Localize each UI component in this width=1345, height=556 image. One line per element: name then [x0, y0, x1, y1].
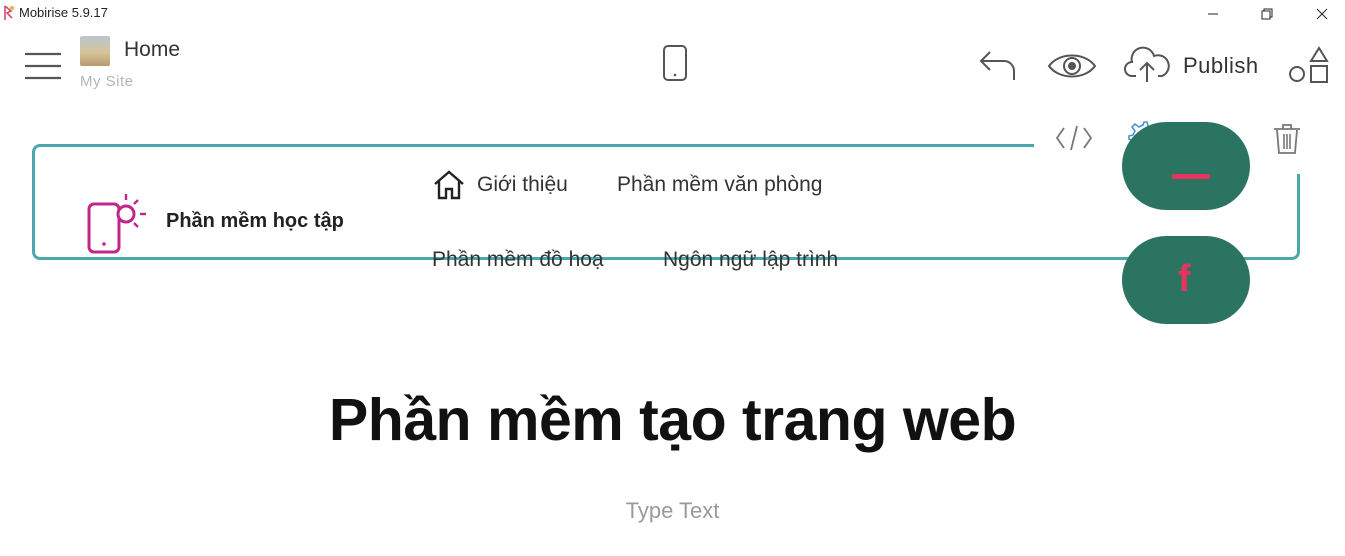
site-name[interactable]: My Site	[80, 73, 134, 90]
blocks-shapes-icon[interactable]	[1288, 46, 1332, 86]
menu-icon[interactable]	[24, 50, 62, 82]
cloud-upload-icon[interactable]	[1124, 46, 1170, 84]
facebook-icon: f	[1178, 258, 1191, 300]
restore-icon	[1261, 8, 1273, 20]
page-name[interactable]: Home	[124, 38, 180, 62]
mobile-idea-brand-icon[interactable]	[86, 192, 148, 254]
site-brand-name[interactable]: Phần mềm học tập	[166, 210, 344, 233]
undo-icon[interactable]	[978, 48, 1018, 82]
hero-title[interactable]: Phần mềm tạo trang web	[0, 386, 1345, 454]
nav-item-lap-trinh[interactable]: Ngôn ngữ lập trình	[663, 248, 838, 272]
code-icon[interactable]	[1054, 120, 1094, 156]
publish-button[interactable]: Publish	[1183, 53, 1259, 79]
social-pill-top-mark	[1172, 174, 1210, 179]
social-pill-top[interactable]	[1122, 122, 1250, 210]
nav-item-van-phong[interactable]: Phần mềm văn phòng	[617, 173, 822, 197]
close-button[interactable]	[1299, 0, 1345, 28]
preview-eye-icon[interactable]	[1047, 50, 1097, 82]
minimize-button[interactable]	[1190, 0, 1236, 28]
restore-button[interactable]	[1244, 0, 1290, 28]
hero-subtitle[interactable]: Type Text	[0, 498, 1345, 524]
site-thumbnail[interactable]	[80, 36, 110, 66]
home-icon	[434, 170, 464, 200]
window-titlebar	[0, 0, 1345, 28]
window-title: Mobirise 5.9.17	[19, 5, 108, 20]
mobile-preview-icon[interactable]	[662, 44, 688, 82]
minimize-icon	[1208, 13, 1218, 15]
trash-icon[interactable]	[1271, 120, 1303, 156]
nav-item-do-hoa[interactable]: Phần mềm đồ hoạ	[432, 248, 604, 272]
nav-item-gioi-thieu[interactable]: Giới thiệu	[477, 173, 568, 197]
mobirise-logo-icon	[4, 5, 14, 20]
close-icon	[1316, 8, 1328, 20]
